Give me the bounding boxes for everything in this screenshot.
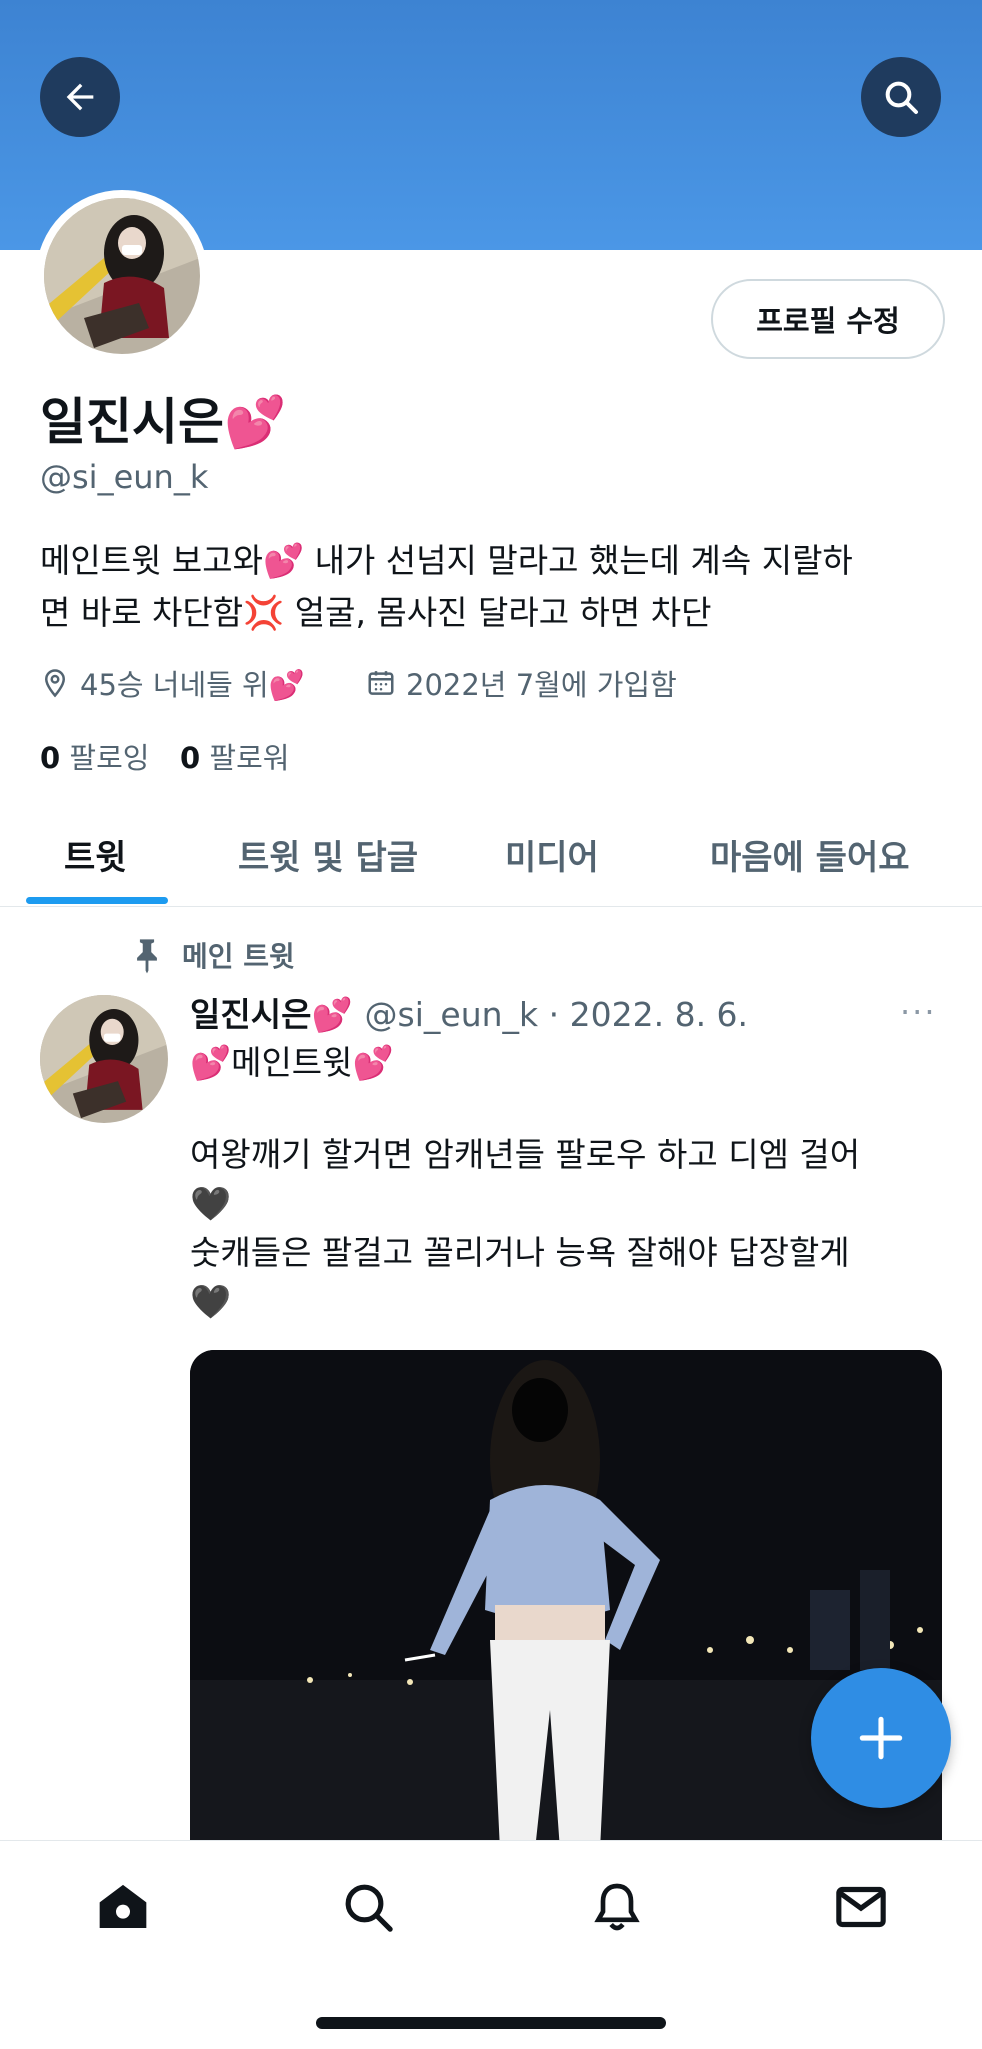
join-date-text: 2022년 7월에 가입함	[406, 668, 677, 702]
pinned-indicator: 메인 트윗	[130, 935, 295, 975]
tweet-body: 여왕깨기 할거면 암캐년들 팔로우 하고 디엠 걸어 🖤 숫캐들은 팔걸고 꼴리…	[190, 1130, 920, 1326]
profile-avatar[interactable]	[36, 190, 208, 362]
bell-icon	[594, 1883, 640, 1931]
tweet-line: 숫캐들은 팔걸고 꼴리거나 능욕 잘해야 답장할게	[190, 1233, 850, 1272]
pinned-label: 메인 트윗	[182, 940, 295, 973]
back-button[interactable]	[40, 57, 120, 137]
user-handle: @si_eun_k	[40, 458, 209, 496]
bio-line: 면 바로 차단함💢 얼굴, 몸사진 달라고 하면 차단	[40, 593, 712, 632]
bottom-navigation	[0, 1840, 982, 2049]
tweet-line: 여왕깨기 할거면 암캐년들 팔로우 하고 디엠 걸어	[190, 1135, 861, 1174]
nav-messages[interactable]	[833, 1879, 889, 1935]
tweet-title: 💕메인트윗💕	[190, 1043, 394, 1082]
nav-notifications[interactable]	[589, 1879, 645, 1935]
tab-media[interactable]: 미디어	[505, 830, 599, 879]
profile-tabs: 트윗 트윗 및 답글 미디어 마음에 들어요	[0, 800, 982, 907]
search-button[interactable]	[861, 57, 941, 137]
profile-bio: 메인트윗 보고와💕 내가 선넘지 말라고 했는데 계속 지랄하 면 바로 차단함…	[40, 535, 940, 639]
tweet-header: 일진시은💕 @si_eun_k · 2022. 8. 6.	[190, 988, 748, 1036]
tab-tweets-replies[interactable]: 트윗 및 답글	[238, 830, 418, 879]
bio-line: 메인트윗 보고와💕 내가 선넘지 말라고 했는데 계속 지랄하	[40, 541, 853, 580]
calendar-icon	[368, 671, 394, 695]
tweet-author-name[interactable]: 일진시은💕	[190, 988, 353, 1036]
avatar-photo	[44, 198, 200, 354]
home-indicator	[316, 2017, 666, 2029]
tweet-line: 🖤	[190, 1184, 232, 1223]
arrow-left-icon	[66, 83, 94, 111]
edit-profile-button[interactable]: 프로필 수정	[711, 279, 945, 359]
following-count: 0	[40, 741, 61, 775]
compose-tweet-button[interactable]	[811, 1668, 951, 1808]
followers-link[interactable]: 0 팔로워	[180, 735, 289, 777]
active-tab-indicator	[26, 897, 168, 904]
pin-icon	[137, 939, 157, 974]
search-icon	[345, 1884, 393, 1932]
tweet-line: 🖤	[190, 1282, 232, 1321]
display-name: 일진시은💕	[40, 393, 287, 451]
tweet-handle-date[interactable]: @si_eun_k · 2022. 8. 6.	[365, 995, 749, 1034]
plus-icon	[859, 1716, 903, 1760]
location: 45승 너네들 위💕	[40, 662, 305, 704]
tab-likes[interactable]: 마음에 들어요	[710, 830, 910, 879]
home-icon	[99, 1884, 147, 1928]
tweet-avatar[interactable]	[40, 995, 168, 1123]
more-options-icon[interactable]: ···	[900, 993, 937, 1031]
nav-search[interactable]	[340, 1879, 396, 1935]
nav-home[interactable]	[95, 1879, 151, 1935]
search-icon	[885, 81, 918, 114]
followers-count: 0	[180, 741, 201, 775]
following-link[interactable]: 0 팔로잉	[40, 735, 149, 777]
followers-label: 팔로워	[209, 741, 290, 775]
tab-tweets[interactable]: 트윗	[64, 830, 127, 879]
following-label: 팔로잉	[69, 741, 150, 775]
location-pin-icon	[44, 669, 66, 698]
mail-icon	[836, 1886, 886, 1928]
avatar-photo	[40, 995, 168, 1123]
location-text: 45승 너네들 위💕	[80, 668, 305, 702]
join-date: 2022년 7월에 가입함	[366, 662, 677, 704]
